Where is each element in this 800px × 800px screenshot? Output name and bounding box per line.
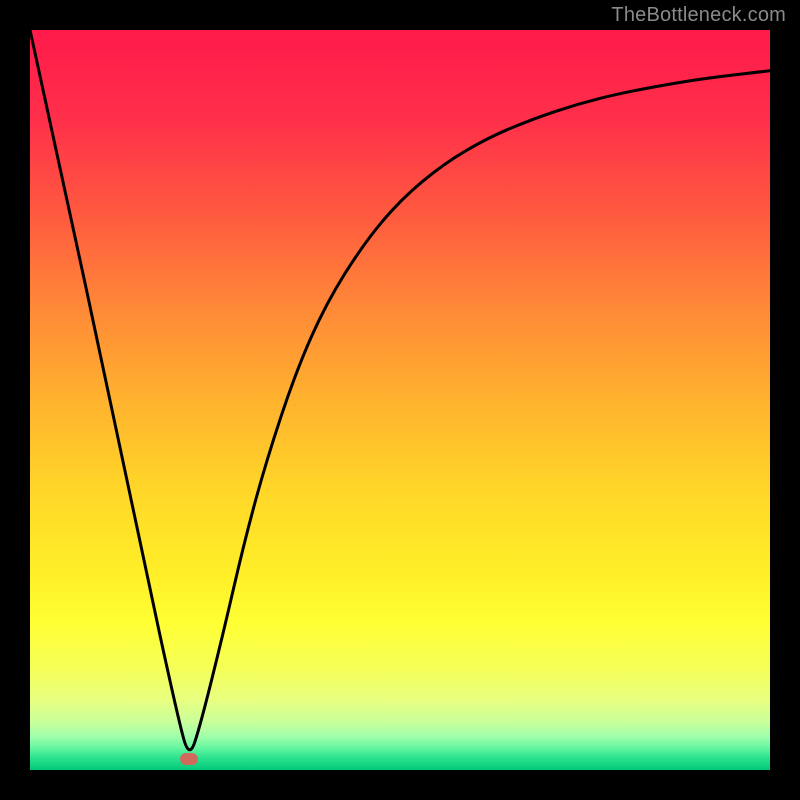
bottleneck-curve [30, 30, 770, 770]
watermark-label: TheBottleneck.com [611, 4, 786, 27]
curve-path [30, 30, 770, 750]
optimum-marker [180, 753, 198, 765]
plot-area [30, 30, 770, 770]
chart-frame: TheBottleneck.com [0, 0, 800, 800]
